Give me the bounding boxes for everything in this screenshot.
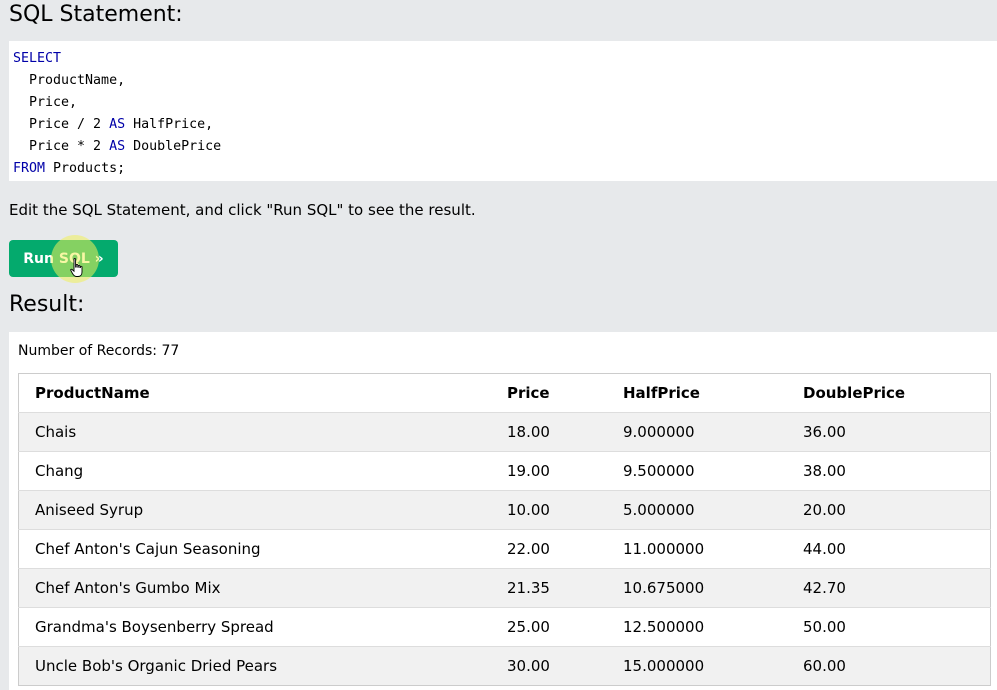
sql-keyword: FROM [13,161,46,176]
cell-doubleprice: 38.00 [787,451,991,491]
sql-text: HalfPrice, [125,117,214,132]
column-header-halfprice: HalfPrice [607,373,787,413]
column-header-productname: ProductName [18,373,491,413]
cell-doubleprice: 42.70 [787,568,991,608]
sql-text: DoublePrice [125,139,222,154]
table-row: Aniseed Syrup 10.00 5.000000 20.00 [18,490,991,530]
cell-halfprice: 9.500000 [607,451,787,491]
cell-halfprice: 9.000000 [607,412,787,452]
cell-halfprice: 11.000000 [607,529,787,569]
cell-price: 22.00 [491,529,607,569]
sql-text: ProductName, [13,73,126,88]
cell-price: 30.00 [491,646,607,686]
sql-text: Price / 2 [13,117,110,132]
cell-halfprice: 12.500000 [607,607,787,647]
cell-price: 10.00 [491,490,607,530]
sql-text: Price * 2 [13,139,110,154]
sql-keyword: SELECT [13,51,62,66]
cell-price: 21.35 [491,568,607,608]
sql-keyword: AS [109,139,126,154]
cell-productname: Chang [18,451,491,491]
cell-productname: Grandma's Boysenberry Spread [18,607,491,647]
table-row: Grandma's Boysenberry Spread 25.00 12.5000… [18,607,991,647]
cell-doubleprice: 44.00 [787,529,991,569]
sql-keyword: AS [109,117,126,132]
cell-productname: Chef Anton's Cajun Seasoning [18,529,491,569]
cell-productname: Aniseed Syrup [18,490,491,530]
cell-price: 19.00 [491,451,607,491]
run-sql-button[interactable]: Run SQL » [9,240,118,277]
code-line: Price, [13,92,997,114]
cell-halfprice: 5.000000 [607,490,787,530]
cell-doubleprice: 20.00 [787,490,991,530]
cell-price: 25.00 [491,607,607,647]
table-row: Chang 19.00 9.500000 38.00 [18,451,991,491]
column-header-doubleprice: DoublePrice [787,373,991,413]
cell-productname: Uncle Bob's Organic Dried Pears [18,646,491,686]
table-row: Chef Anton's Cajun Seasoning 22.00 11.0000… [18,529,991,569]
table-row: Chais 18.00 9.000000 36.00 [18,412,991,452]
cell-doubleprice: 50.00 [787,607,991,647]
table-row: Chef Anton's Gumbo Mix 21.35 10.675000 42.7… [18,568,991,608]
result-table: ProductName Price HalfPrice DoublePrice … [18,373,991,686]
instruction-text: Edit the SQL Statement, and click "Run S… [9,201,476,219]
cell-doubleprice: 36.00 [787,412,991,452]
cell-productname: Chais [18,412,491,452]
cell-productname: Chef Anton's Gumbo Mix [18,568,491,608]
table-row: Uncle Bob's Organic Dried Pears 30.00 15.0… [18,646,991,686]
code-line: Price / 2 AS HalfPrice, [13,114,997,136]
code-line: Price * 2 AS DoublePrice [13,136,997,158]
column-header-price: Price [491,373,607,413]
code-line: SELECT [13,48,997,70]
record-count: Number of Records: 77 [18,343,180,359]
result-heading: Result: [9,292,85,317]
sql-code-editor[interactable]: SELECT ProductName, Price, Price / 2 AS … [9,41,997,181]
sql-text: Products; [45,161,126,176]
sql-statement-heading: SQL Statement: [9,2,183,27]
code-line: FROM Products; [13,158,997,180]
sql-text: Price, [13,95,78,110]
cell-price: 18.00 [491,412,607,452]
cell-doubleprice: 60.00 [787,646,991,686]
table-header-row: ProductName Price HalfPrice DoublePrice [18,373,991,413]
code-line: ProductName, [13,70,997,92]
result-panel: Number of Records: 77 ProductName Price … [9,332,997,690]
cell-halfprice: 15.000000 [607,646,787,686]
cell-halfprice: 10.675000 [607,568,787,608]
